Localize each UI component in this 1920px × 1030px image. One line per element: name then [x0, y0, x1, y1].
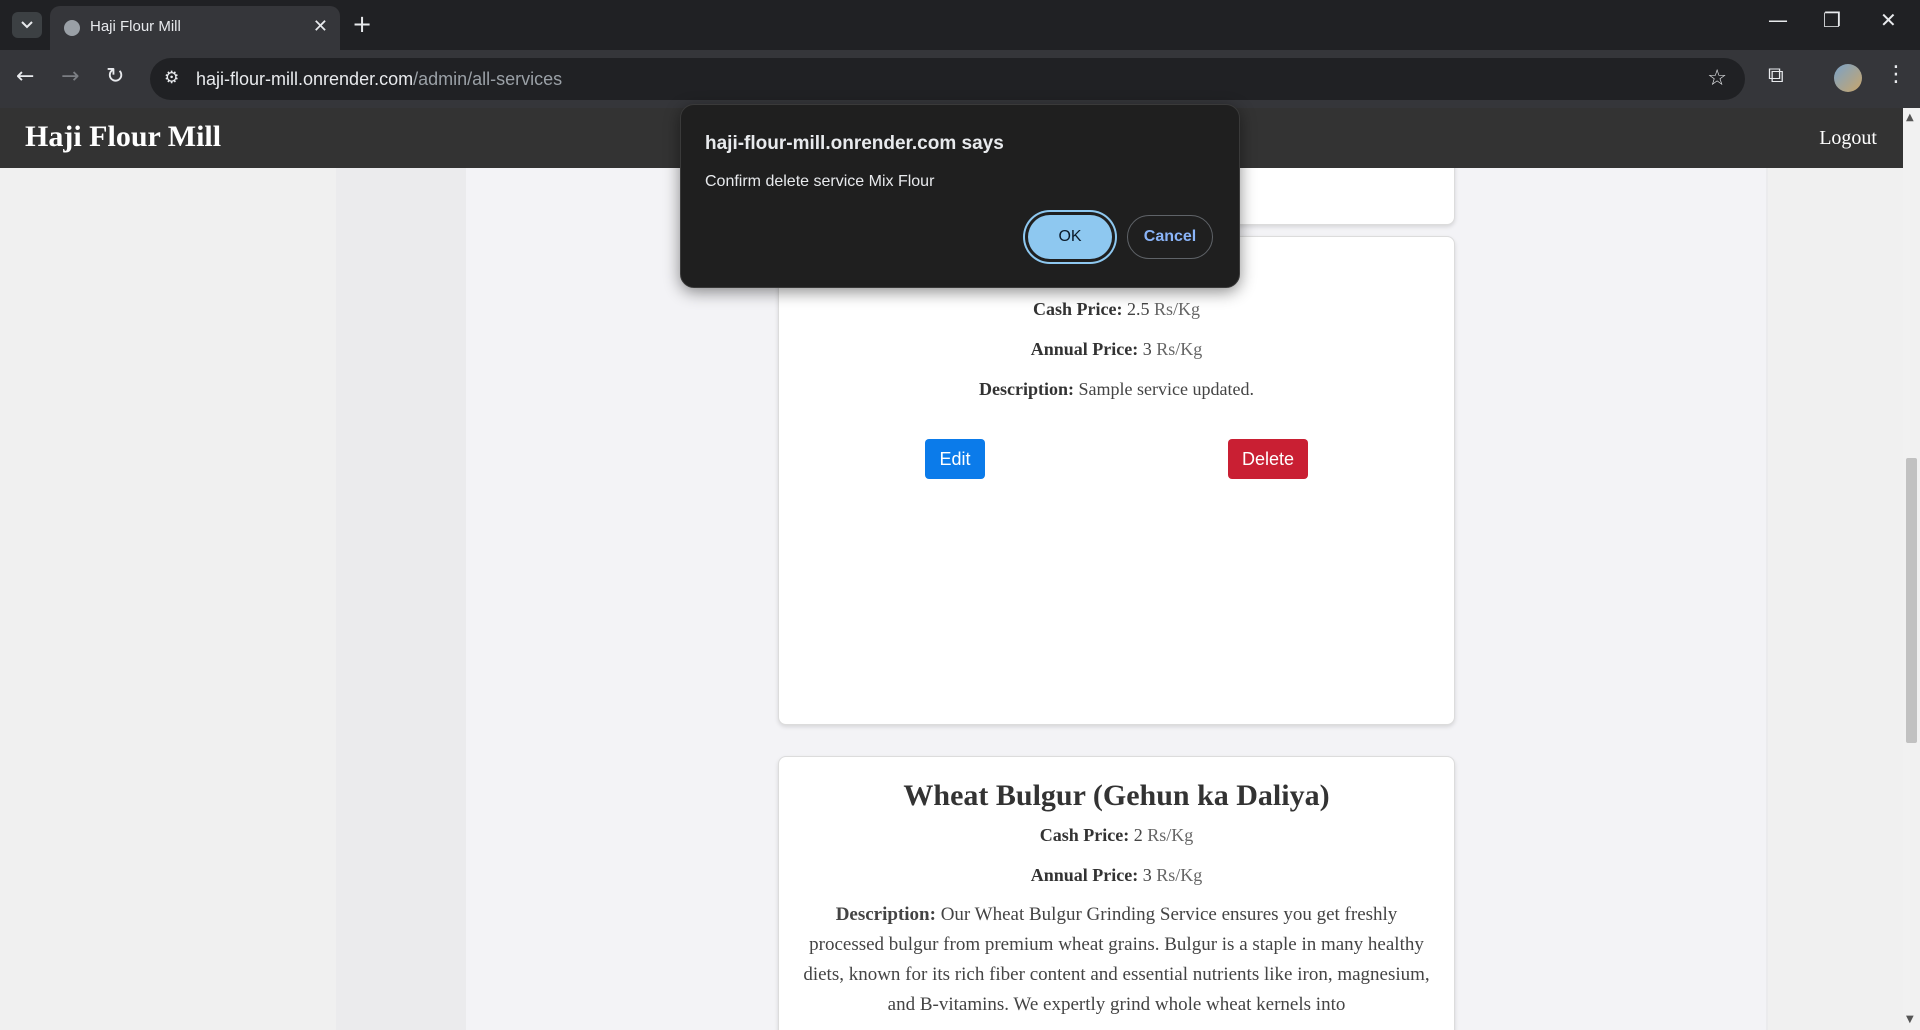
service-card-wheat-bulgur: Wheat Bulgur (Gehun ka Daliya) Cash Pric… — [778, 756, 1455, 1030]
description: Description: Sample service updated. — [979, 379, 1254, 399]
restore-icon[interactable]: ❐ — [1823, 8, 1841, 32]
service-card-mix-flour: Mix Flour Cash Price: 2.5 Rs/Kg Annual P… — [778, 236, 1455, 725]
service-title: Wheat Bulgur (Gehun ka Daliya) — [903, 779, 1330, 812]
edit-button[interactable]: Edit — [925, 439, 985, 479]
dialog-title: haji-flour-mill.onrender.com says — [705, 133, 1004, 154]
cancel-button[interactable]: Cancel — [1127, 215, 1213, 259]
confirm-dialog: haji-flour-mill.onrender.com says Confir… — [680, 104, 1240, 288]
logout-link[interactable]: Logout — [1819, 127, 1877, 150]
tab-title: Haji Flour Mill — [90, 18, 181, 35]
description: Description: Our Wheat Bulgur Grinding S… — [803, 904, 1430, 1015]
browser-toolbar: ← → ↻ ⚙ haji-flour-mill.onrender.com/adm… — [0, 50, 1920, 108]
annual-price: Annual Price: 3 Rs/Kg — [1030, 339, 1203, 359]
plus-icon[interactable]: + — [352, 10, 372, 38]
window-close-icon[interactable]: ✕ — [1880, 8, 1897, 32]
tab-list-icon[interactable] — [12, 12, 42, 38]
reload-icon[interactable]: ↻ — [106, 64, 124, 89]
annual-price: Annual Price: 3 Rs/Kg — [1030, 865, 1203, 885]
extensions-icon[interactable]: ⧉ — [1768, 63, 1784, 88]
profile-avatar[interactable] — [1834, 64, 1862, 92]
site-info-icon[interactable]: ⚙ — [164, 68, 179, 88]
browser-tab[interactable]: Haji Flour Mill ✕ — [50, 6, 340, 50]
globe-icon — [64, 20, 80, 36]
browser-tab-bar: Haji Flour Mill ✕ + — ❐ ✕ — [0, 0, 1920, 50]
close-icon[interactable]: ✕ — [313, 16, 328, 37]
cash-price: Cash Price: 2 Rs/Kg — [1039, 825, 1194, 845]
back-icon[interactable]: ← — [16, 64, 34, 89]
dialog-message: Confirm delete service Mix Flour — [705, 173, 935, 190]
minimize-icon[interactable]: — — [1768, 8, 1788, 32]
cash-price: Cash Price: 2.5 Rs/Kg — [1033, 299, 1200, 319]
scroll-down-icon[interactable]: ▼ — [1906, 1014, 1914, 1025]
scroll-up-icon[interactable]: ▲ — [1906, 112, 1914, 123]
url-text[interactable]: haji-flour-mill.onrender.com/admin/all-s… — [196, 69, 562, 90]
ok-button[interactable]: OK — [1028, 215, 1112, 259]
star-icon[interactable]: ☆ — [1707, 66, 1727, 91]
page-scrollbar[interactable]: ▲ ▼ — [1903, 108, 1920, 1030]
delete-button[interactable]: Delete — [1228, 439, 1308, 479]
forward-icon[interactable]: → — [61, 64, 79, 89]
scrollbar-thumb[interactable] — [1906, 458, 1917, 743]
address-bar[interactable]: ⚙ haji-flour-mill.onrender.com/admin/all… — [150, 58, 1745, 100]
menu-icon[interactable]: ⋮ — [1885, 62, 1907, 87]
brand-logo[interactable]: Haji Flour Mill — [25, 120, 221, 154]
